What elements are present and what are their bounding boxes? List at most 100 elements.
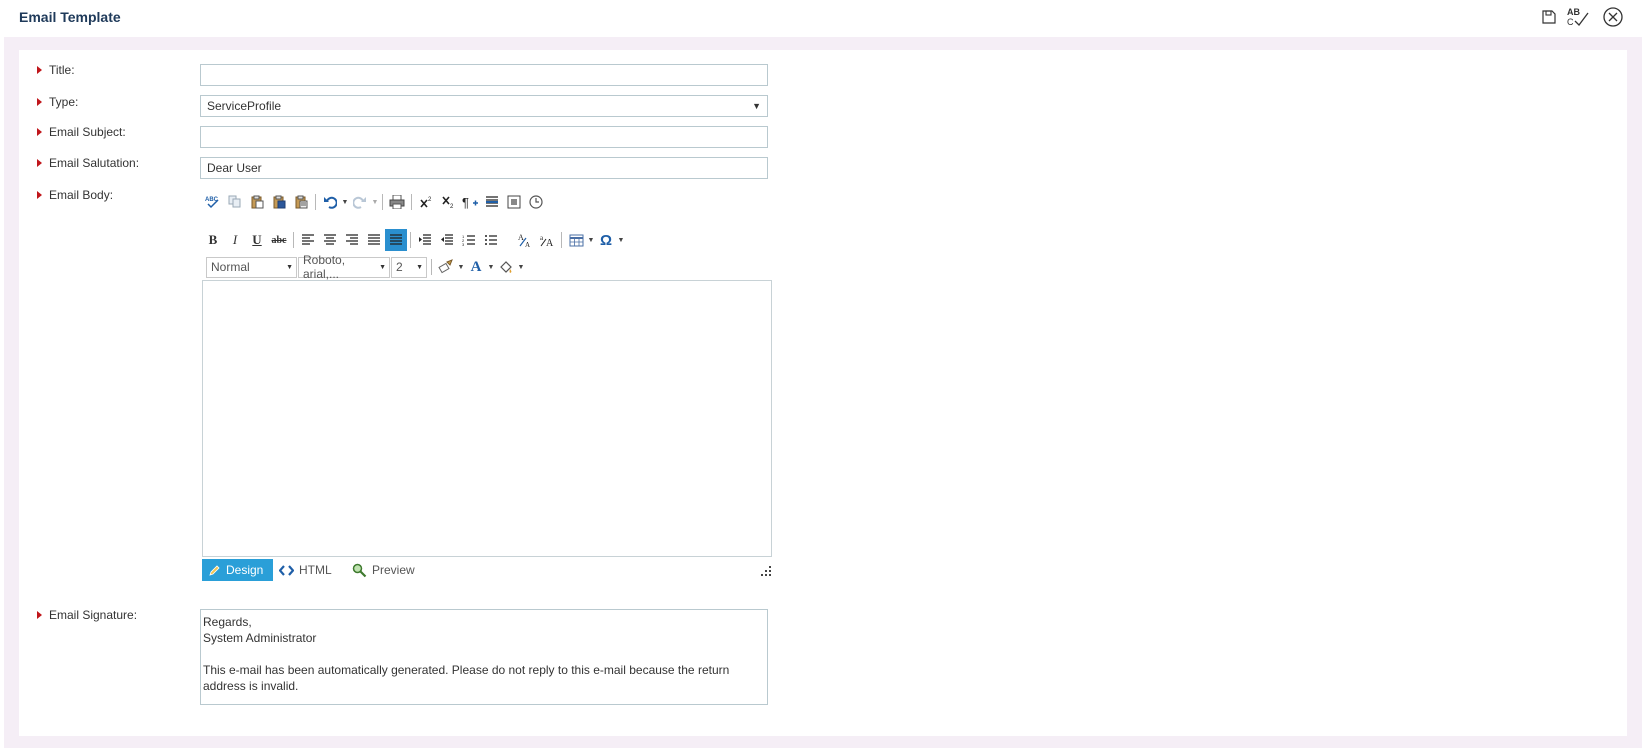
type-selected-value: ServiceProfile (207, 99, 282, 113)
signature-line (203, 646, 765, 662)
chevron-down-icon: ▼ (752, 101, 761, 111)
tab-html-label: HTML (299, 563, 332, 577)
bullet-list-icon[interactable] (480, 229, 502, 251)
tab-preview-label: Preview (372, 563, 415, 577)
font-name-select[interactable]: Roboto, arial,... ▼ (298, 253, 390, 281)
toolbar-separator (293, 232, 294, 248)
special-characters-icon[interactable]: Ω (595, 229, 617, 251)
subscript-icon[interactable]: 2 (437, 191, 459, 213)
subject-label: Email Subject: (37, 125, 126, 139)
pencil-icon (209, 564, 220, 576)
text-color-dropdown-icon[interactable]: ▼ (487, 256, 495, 278)
insert-paragraph-icon[interactable]: ¶ (459, 191, 481, 213)
header: Email Template AB C (0, 0, 1646, 36)
redo-dropdown-icon[interactable]: ▼ (371, 191, 379, 213)
format-painter-icon[interactable] (435, 256, 457, 278)
svg-text:2: 2 (450, 204, 454, 209)
paste-plain-text-icon[interactable] (290, 191, 312, 213)
editor-mode-bar: Design HTML Preview (202, 559, 772, 581)
align-left-icon[interactable] (297, 229, 319, 251)
svg-text:2: 2 (428, 197, 432, 203)
magnifier-icon (352, 563, 367, 577)
paragraph-style-value: Normal (211, 260, 250, 274)
toolbar-separator (431, 259, 432, 275)
insert-table-dropdown-icon[interactable]: ▼ (587, 229, 595, 251)
svg-text:A: A (518, 233, 524, 242)
superscript-icon[interactable]: 2 (415, 191, 437, 213)
salutation-input[interactable] (200, 157, 768, 179)
horizontal-rule-icon[interactable] (481, 191, 503, 213)
redo-icon[interactable] (349, 191, 371, 213)
paragraph-style-select[interactable]: Normal ▼ (206, 256, 297, 278)
type-select[interactable]: ServiceProfile ▼ (200, 95, 768, 117)
svg-text:AB: AB (1567, 7, 1580, 17)
copy-icon[interactable] (224, 191, 246, 213)
title-label: Title: (37, 63, 75, 77)
align-center-icon[interactable] (319, 229, 341, 251)
signature-line: Regards, (203, 615, 252, 629)
toolbar-separator (561, 232, 562, 248)
insert-date-icon[interactable] (525, 191, 547, 213)
resize-grip-icon[interactable] (760, 565, 772, 577)
required-marker-icon (37, 98, 42, 106)
text-color-icon[interactable]: A (465, 256, 487, 278)
print-icon[interactable] (386, 191, 408, 213)
signature-line: System Administrator (203, 631, 317, 645)
close-icon[interactable] (1600, 4, 1626, 30)
numbered-list-icon[interactable]: 123 (458, 229, 480, 251)
svg-text:C: C (1567, 17, 1574, 27)
toolbar-separator (411, 194, 412, 210)
form-panel: Title: Type: ServiceProfile ▼ Email Subj… (19, 50, 1627, 736)
font-size-select[interactable]: 2 ▼ (391, 256, 427, 278)
toolbar-separator (315, 194, 316, 210)
format-stripper-icon[interactable]: AA (514, 229, 536, 251)
toolbar-separator (382, 194, 383, 210)
svg-text:A: A (525, 241, 530, 248)
email-body-editor[interactable] (202, 280, 772, 557)
font-size-value: 2 (396, 260, 403, 274)
tab-design-label: Design (226, 563, 264, 577)
page-title: Email Template (19, 9, 121, 25)
code-icon (279, 564, 294, 576)
spellcheck-icon[interactable]: ABC (202, 191, 224, 213)
signature-line: This e-mail has been automatically gener… (203, 663, 730, 693)
required-marker-icon (37, 159, 42, 167)
paste-icon[interactable] (246, 191, 268, 213)
chevron-down-icon: ▼ (379, 263, 386, 271)
align-justify-icon[interactable] (363, 229, 385, 251)
subject-input[interactable] (200, 126, 768, 148)
required-marker-icon (37, 611, 42, 619)
tab-preview[interactable]: Preview (346, 559, 423, 581)
indent-icon[interactable] (414, 229, 436, 251)
bold-icon[interactable]: B (202, 229, 224, 251)
undo-icon[interactable] (319, 191, 341, 213)
tab-html[interactable]: HTML (273, 559, 340, 581)
outdent-icon[interactable] (436, 229, 458, 251)
format-painter-dropdown-icon[interactable]: ▼ (457, 256, 465, 278)
special-characters-dropdown-icon[interactable]: ▼ (617, 229, 625, 251)
svg-text:3: 3 (462, 242, 465, 246)
required-marker-icon (37, 66, 42, 74)
form-element-icon[interactable] (503, 191, 525, 213)
undo-dropdown-icon[interactable]: ▼ (341, 191, 349, 213)
remove-alignment-icon[interactable] (385, 229, 407, 251)
convert-case-icon[interactable]: aA (536, 229, 558, 251)
save-icon[interactable] (1536, 4, 1562, 30)
insert-table-icon[interactable] (565, 229, 587, 251)
align-right-icon[interactable] (341, 229, 363, 251)
paste-from-word-icon[interactable] (268, 191, 290, 213)
italic-icon[interactable]: I (224, 229, 246, 251)
required-marker-icon (37, 191, 42, 199)
chevron-down-icon: ▼ (416, 263, 423, 271)
header-actions: AB C (1536, 4, 1646, 30)
spellcheck-icon[interactable]: ABC (1566, 4, 1592, 30)
background-color-dropdown-icon[interactable]: ▼ (517, 256, 525, 278)
signature-label: Email Signature: (37, 608, 137, 622)
title-input[interactable] (200, 64, 768, 86)
background-color-icon[interactable] (495, 256, 517, 278)
strikethrough-icon[interactable]: abc (268, 229, 290, 251)
tab-design[interactable]: Design (202, 559, 273, 581)
signature-textarea[interactable]: Regards, System Administrator This e-mai… (200, 609, 768, 705)
underline-icon[interactable]: U (246, 229, 268, 251)
